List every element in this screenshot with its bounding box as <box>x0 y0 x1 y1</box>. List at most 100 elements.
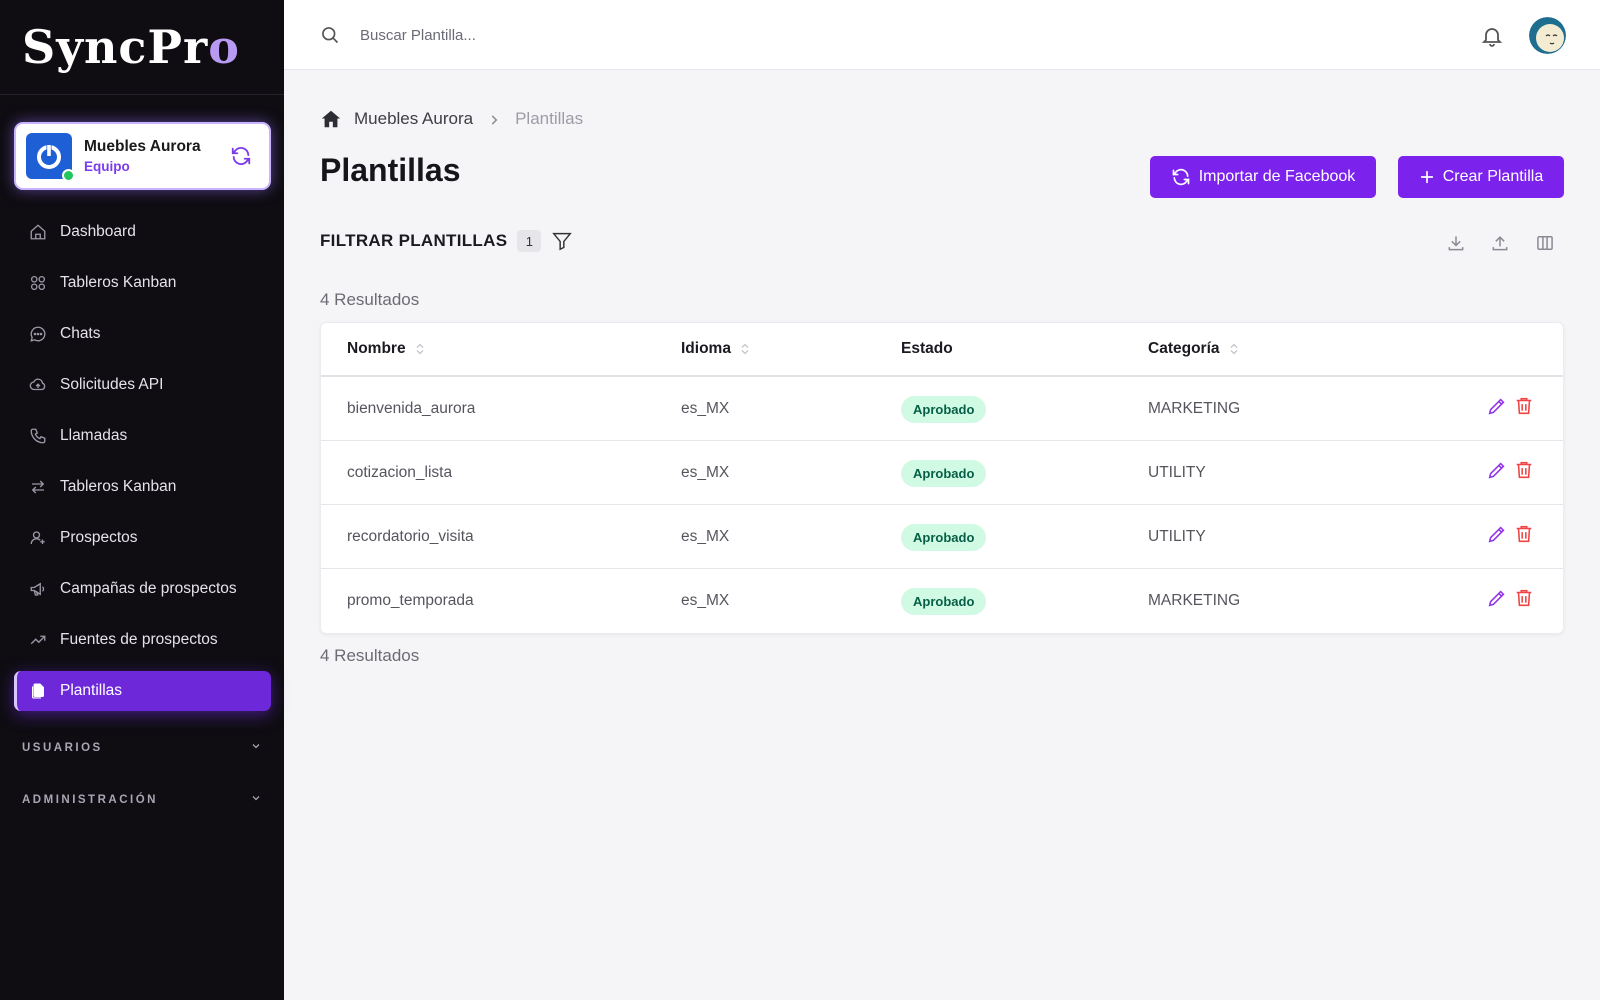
team-name: Muebles Aurora <box>84 138 201 155</box>
sort-icon <box>1230 343 1237 355</box>
cell-category: MARKETING <box>1148 592 1241 609</box>
cell-name: recordatorio_visita <box>347 528 474 545</box>
cell-language: es_MX <box>681 400 730 417</box>
sort-icon <box>416 343 424 355</box>
team-switcher[interactable]: Muebles Aurora Equipo <box>14 122 271 190</box>
trend-icon <box>28 630 48 650</box>
sidebar-item-label: Campañas de prospectos <box>60 580 237 597</box>
column-header-status: Estado <box>901 340 953 358</box>
edit-icon[interactable] <box>1486 395 1510 419</box>
logo-accent: o <box>208 20 240 74</box>
column-header-label: Nombre <box>347 340 406 357</box>
team-role: Equipo <box>84 159 130 174</box>
columns-icon[interactable] <box>1535 233 1557 255</box>
sidebar-item-label: Llamadas <box>60 427 128 444</box>
sidebar-item-label: Dashboard <box>60 223 136 240</box>
cell-category: UTILITY <box>1148 464 1206 481</box>
create-template-label: Crear Plantilla <box>1442 168 1544 185</box>
sidebar: SyncPro Muebles Aurora Equipo Dashboard … <box>0 0 284 1000</box>
column-header-language[interactable]: Idioma <box>681 340 749 358</box>
home-icon[interactable] <box>320 108 342 130</box>
table-row: recordatorio_visita es_MX Aprobado UTILI… <box>321 505 1563 569</box>
filter-title: FILTRAR PLANTILLAS <box>320 231 508 250</box>
status-badge: Aprobado <box>901 523 987 551</box>
edit-icon[interactable] <box>1486 587 1510 611</box>
sidebar-item-kanban[interactable]: Tableros Kanban <box>14 263 271 303</box>
bell-icon[interactable] <box>1480 24 1504 48</box>
upload-icon[interactable] <box>1490 233 1512 255</box>
sidebar-item-kanban-2[interactable]: Tableros Kanban <box>14 467 271 507</box>
chevron-down-icon <box>250 792 262 807</box>
refresh-icon <box>1172 168 1190 186</box>
trash-icon[interactable] <box>1513 587 1537 611</box>
edit-icon[interactable] <box>1486 459 1510 483</box>
app-logo[interactable]: SyncPro <box>0 0 284 95</box>
arrows-icon <box>28 477 48 497</box>
column-header-category[interactable]: Categoría <box>1148 340 1238 358</box>
filter-count-badge: 1 <box>517 230 542 252</box>
results-count-top: 4 Resultados <box>320 290 420 309</box>
sidebar-nav: Dashboard Tableros Kanban Chats Solicitu… <box>14 212 271 722</box>
column-header-name[interactable]: Nombre <box>347 340 424 358</box>
sidebar-item-chats[interactable]: Chats <box>14 314 271 354</box>
cell-language: es_MX <box>681 592 730 609</box>
sidebar-item-api[interactable]: Solicitudes API <box>14 365 271 405</box>
breadcrumb-parent[interactable]: Muebles Aurora <box>354 109 473 129</box>
top-bar <box>284 0 1600 70</box>
chat-icon <box>28 324 48 344</box>
sort-icon <box>741 343 749 355</box>
filter-bar: FILTRAR PLANTILLAS 1 <box>320 230 573 252</box>
import-facebook-button[interactable]: Importar de Facebook <box>1150 156 1376 198</box>
column-header-label: Idioma <box>681 340 731 357</box>
refresh-icon[interactable] <box>229 144 253 168</box>
search-icon <box>320 25 340 45</box>
cell-name: bienvenida_aurora <box>347 400 476 417</box>
status-badge: Aprobado <box>901 395 987 423</box>
avatar[interactable] <box>1529 17 1566 54</box>
sidebar-item-label: Tableros Kanban <box>60 478 177 495</box>
create-template-button[interactable]: Crear Plantilla <box>1398 156 1564 198</box>
cell-language: es_MX <box>681 528 730 545</box>
logo-text: SyncPr <box>22 20 209 74</box>
cell-name: cotizacion_lista <box>347 464 453 481</box>
chevron-right-icon <box>487 112 501 126</box>
sidebar-item-label: Plantillas <box>60 682 123 699</box>
sidebar-item-label: Prospectos <box>60 529 138 546</box>
status-badge: Aprobado <box>901 587 987 615</box>
team-logo <box>26 133 75 182</box>
section-admin[interactable]: ADMINISTRACIÓN <box>22 792 262 807</box>
chevron-down-icon <box>250 740 262 755</box>
status-badge: Aprobado <box>901 459 987 487</box>
trash-icon[interactable] <box>1513 459 1537 483</box>
section-users[interactable]: USUARIOS <box>22 740 262 755</box>
page-title: Plantillas <box>320 152 461 188</box>
sidebar-item-dashboard[interactable]: Dashboard <box>14 212 271 252</box>
results-count-bottom: 4 Resultados <box>320 646 420 665</box>
trash-icon[interactable] <box>1513 395 1537 419</box>
filter-icon[interactable] <box>551 230 573 252</box>
breadcrumb-current: Plantillas <box>515 109 584 128</box>
sidebar-item-label: Fuentes de prospectos <box>60 631 218 648</box>
cell-category: UTILITY <box>1148 528 1206 545</box>
documents-icon <box>28 681 48 701</box>
cell-name: promo_temporada <box>347 592 474 609</box>
edit-icon[interactable] <box>1486 523 1510 547</box>
sidebar-item-label: Tableros Kanban <box>60 274 177 291</box>
sidebar-item-calls[interactable]: Llamadas <box>14 416 271 456</box>
sidebar-item-sources[interactable]: Fuentes de prospectos <box>14 620 271 660</box>
table-header: Nombre Idioma Estado Categoría <box>321 323 1563 377</box>
cell-category: MARKETING <box>1148 400 1241 417</box>
download-icon[interactable] <box>1446 233 1468 255</box>
table-row: cotizacion_lista es_MX Aprobado UTILITY <box>321 441 1563 505</box>
column-header-label: Estado <box>901 340 953 357</box>
sidebar-item-campaigns[interactable]: Campañas de prospectos <box>14 569 271 609</box>
phone-icon <box>28 426 48 446</box>
sidebar-item-templates[interactable]: Plantillas <box>14 671 271 711</box>
section-label: USUARIOS <box>22 741 103 754</box>
megaphone-icon <box>28 579 48 599</box>
section-label: ADMINISTRACIÓN <box>22 793 158 806</box>
search-input[interactable] <box>360 20 960 50</box>
trash-icon[interactable] <box>1513 523 1537 547</box>
cloud-upload-icon <box>28 375 48 395</box>
sidebar-item-prospects[interactable]: Prospectos <box>14 518 271 558</box>
